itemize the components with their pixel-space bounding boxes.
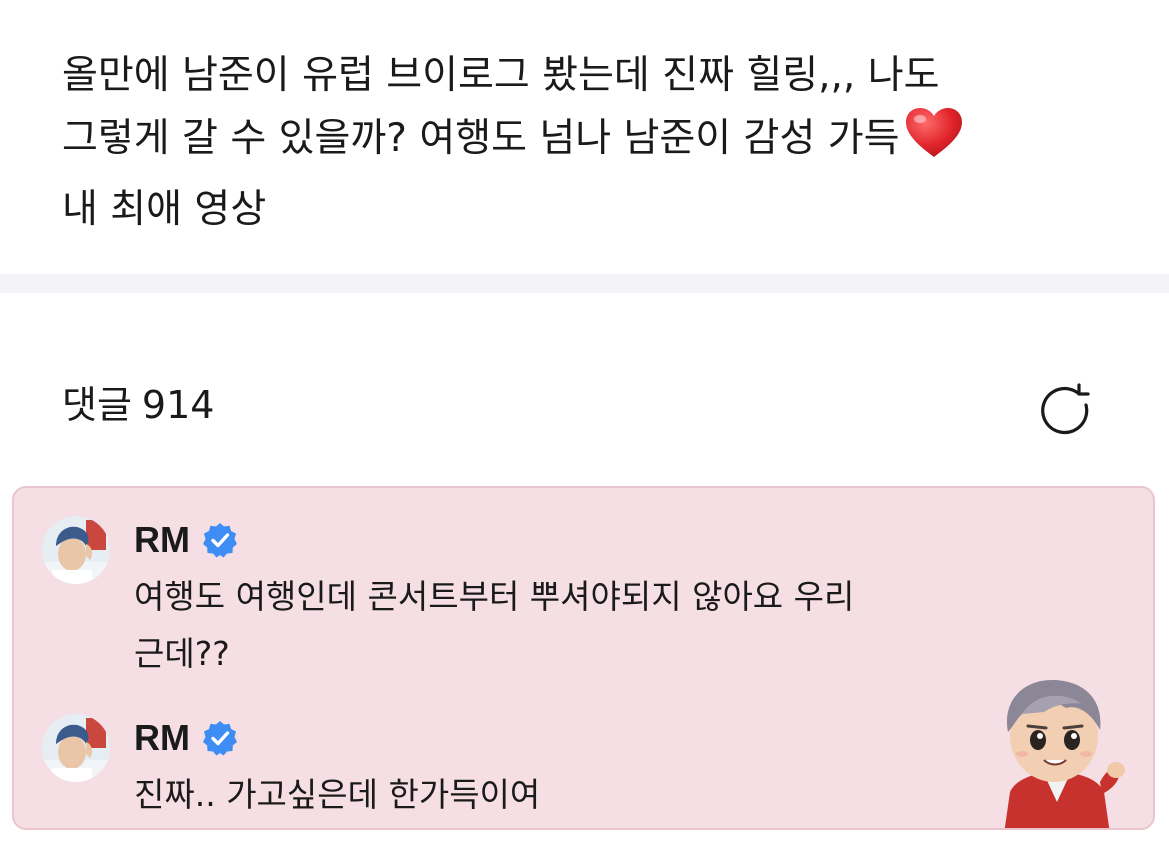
post-body: 올만에 남준이 유럽 브이로그 봤는데 진짜 힐링,,, 나도 그렇게 갈 수 … (0, 0, 1169, 274)
verified-badge-icon (202, 720, 238, 756)
author-name[interactable]: RM (134, 717, 190, 759)
author-name[interactable]: RM (134, 519, 190, 561)
comments-label: 댓글 (62, 383, 132, 427)
verified-badge-icon (202, 522, 238, 558)
post-text: 올만에 남준이 유럽 브이로그 봤는데 진짜 힐링,,, 나도 그렇게 갈 수 … (62, 44, 1122, 241)
section-divider (0, 274, 1169, 293)
post-text-line1: 올만에 남준이 유럽 브이로그 봤는데 진짜 힐링,,, 나도 (62, 53, 940, 98)
comments-title: 댓글 914 (62, 383, 214, 427)
post-text-line2: 그렇게 갈 수 있을까? 여행도 넘나 남준이 감성 가득 (62, 116, 900, 161)
post-text-line3: 내 최애 영상 (62, 187, 267, 232)
avatar[interactable] (42, 714, 110, 782)
mascot-character-image (982, 674, 1132, 828)
artist-comments-box: RM 여행도 여행인데 콘서트부터 뿌셔야되지 않아요 우리 근데?? RM 진… (12, 486, 1155, 830)
author-row: RM (134, 518, 238, 562)
comment-text: 진짜.. 가고싶은데 한가득이여 (134, 775, 541, 814)
author-row: RM (134, 716, 238, 760)
refresh-icon (1038, 383, 1096, 443)
refresh-button[interactable] (1038, 381, 1096, 439)
comments-header: 댓글 914 (0, 293, 1169, 483)
heart-icon (905, 107, 963, 178)
comments-count: 914 (141, 383, 215, 427)
avatar[interactable] (42, 516, 110, 584)
comment-text: 여행도 여행인데 콘서트부터 뿌셔야되지 않아요 우리 근데?? (134, 577, 855, 673)
